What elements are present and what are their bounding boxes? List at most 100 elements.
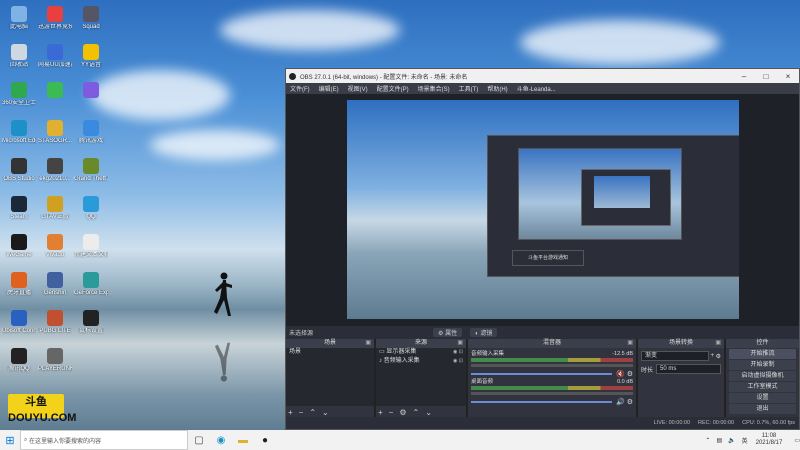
desktop-icon[interactable]: Microsoft Edge (2, 120, 36, 145)
desktop-icon[interactable]: WeGame (2, 234, 36, 259)
transition-select[interactable]: 渐变 (641, 351, 709, 361)
desktop-icon[interactable]: 此电脑 (2, 6, 36, 31)
desktop-icon[interactable]: PLAYERUNKNOWN'S BATTLEG... (38, 348, 72, 373)
volume-slider[interactable] (471, 400, 613, 403)
desktop-icon-label: 网易UU加速器 (38, 62, 72, 68)
desktop-icon[interactable]: Grand Theft Auto V (74, 158, 108, 183)
move-up-icon[interactable]: ⌃ (309, 408, 316, 417)
duration-input[interactable]: 50 ms (656, 364, 721, 374)
desktop-icon[interactable] (38, 82, 72, 100)
menu-view[interactable]: 视图(V) (348, 84, 368, 93)
source-item[interactable]: ▭ 显示器采集 ◉ ⊡ (376, 348, 466, 357)
desktop-icon-label: PUBG LITE (39, 328, 71, 334)
desktop-icon[interactable]: Vivado (38, 234, 72, 259)
desktop-icon[interactable]: Squad (74, 6, 108, 31)
desktop-icon[interactable]: QQ (74, 196, 108, 221)
dock-float-icon[interactable]: ▣ (457, 339, 463, 348)
desktop-icon[interactable]: 腾讯游戏 (74, 120, 108, 145)
filters-button[interactable]: ◐ 滤镜 (470, 327, 498, 337)
desktop-icon[interactable]: Genshin (38, 272, 72, 297)
scene-item[interactable]: 场景 (286, 348, 374, 357)
menu-tools[interactable]: 工具(T) (459, 84, 479, 93)
close-icon[interactable]: × (777, 72, 799, 81)
start-recording-button[interactable]: 开始录制 (729, 360, 796, 370)
desktop-icon[interactable]: 新建文本文档 (74, 234, 108, 259)
desktop-icon[interactable] (74, 82, 108, 100)
visibility-eye-icon[interactable]: ◉ ⊡ (453, 348, 463, 357)
desktop-icon[interactable]: 网易UU加速器 (38, 44, 72, 69)
add-icon[interactable]: + (378, 408, 383, 417)
add-icon[interactable]: + (288, 408, 293, 417)
desktop-icon[interactable]: Steam (2, 196, 36, 221)
desktop-icon-label: 腾讯QQ (8, 366, 30, 372)
remove-icon[interactable]: − (299, 408, 304, 417)
settings-button[interactable]: 设置 (729, 393, 796, 403)
tray-chevron-icon[interactable]: ⌃ (705, 437, 710, 444)
desktop-icon-label: QQ (86, 214, 96, 220)
desktop-icon[interactable]: 虎牙直播 (2, 272, 36, 297)
gear-icon[interactable]: ⚙ (714, 353, 721, 360)
obs-taskbar-icon[interactable]: ● (254, 430, 276, 450)
menu-help[interactable]: 帮助(H) (487, 84, 507, 93)
menu-file[interactable]: 文件(F) (290, 84, 310, 93)
start-streaming-button[interactable]: 开始推流 (729, 349, 796, 359)
source-item[interactable]: ♪ 音频输入采集 ◉ ⊡ (376, 357, 466, 366)
app-icon (11, 6, 27, 22)
virtual-camera-button[interactable]: 启动虚拟摄像机 (729, 371, 796, 381)
mute-icon[interactable]: 🔇 (616, 370, 625, 378)
desktop-icon[interactable]: 360安全卫士 (2, 82, 36, 107)
desktop-icon[interactable]: Ubisoft Connect (2, 310, 36, 335)
menu-scene-collection[interactable]: 场景集合(S) (418, 84, 450, 93)
desktop-icon[interactable]: 迅游世界竞技平台 (38, 6, 72, 31)
gear-icon[interactable]: ⚙ (627, 398, 633, 406)
network-icon[interactable]: ▤ (716, 437, 722, 444)
visibility-eye-icon[interactable]: ◉ ⊡ (453, 357, 463, 366)
desktop-icon[interactable]: GeForce Experience (74, 272, 108, 297)
volume-icon[interactable]: 🔈 (728, 437, 735, 444)
dock-float-icon[interactable]: ▣ (627, 339, 633, 348)
desktop-icon-label: Ubisoft Connect (2, 328, 36, 334)
task-view-icon[interactable]: ▢ (188, 430, 210, 450)
exit-button[interactable]: 退出 (729, 404, 796, 414)
mixer-title: 混音器 (542, 340, 561, 346)
preview-canvas[interactable]: 斗鱼平台游戏通知 (286, 94, 799, 326)
notification-icon[interactable]: ▭ (794, 437, 800, 444)
desktop-icon[interactable]: OBS Studio (2, 158, 36, 183)
desktop-icon[interactable]: STASOGR... (38, 120, 72, 145)
preview-nested-desktop-2 (594, 176, 650, 208)
maximize-icon[interactable]: □ (755, 72, 777, 81)
properties-button[interactable]: ⚙ 属性 (433, 327, 463, 337)
move-down-icon[interactable]: ⌄ (322, 408, 329, 417)
move-down-icon[interactable]: ⌄ (425, 408, 432, 417)
desktop-icon[interactable]: ekg20210... (38, 158, 72, 183)
windows-start-icon[interactable]: ⊞ (0, 434, 20, 447)
ime-language[interactable]: 英 (742, 436, 748, 445)
minimize-icon[interactable]: – (733, 72, 755, 81)
gear-icon[interactable]: ⚙ (399, 408, 406, 417)
desktop-icon[interactable]: 回收站 (2, 44, 36, 69)
speaker-icon[interactable]: 🔊 (616, 398, 625, 406)
desktop-icon[interactable]: 腾讯QQ (2, 348, 36, 373)
dock-float-icon[interactable]: ▣ (365, 339, 371, 348)
menu-edit[interactable]: 编辑(E) (319, 84, 339, 93)
studio-mode-button[interactable]: 工作室模式 (729, 382, 796, 392)
app-icon (11, 310, 27, 326)
move-up-icon[interactable]: ⌃ (413, 408, 420, 417)
clock[interactable]: 11:08 2021/8/17 (756, 433, 783, 447)
remove-icon[interactable]: − (389, 408, 394, 417)
desktop-icon[interactable]: GTAV正版 (38, 196, 72, 221)
taskbar-search[interactable]: ⌕ 在这里输入你要搜索的内容 (20, 430, 188, 450)
gear-icon[interactable]: ⚙ (627, 370, 633, 378)
desktop-icon[interactable]: 鼠标设置 (74, 310, 108, 335)
file-explorer-icon[interactable]: ▬ (232, 430, 254, 450)
obs-window[interactable]: OBS 27.0.1 (64-bit, windows) - 配置文件: 未命名… (285, 68, 800, 430)
menu-douyu[interactable]: 斗鱼-Leanda... (517, 84, 556, 93)
app-icon (11, 348, 27, 364)
menu-profile[interactable]: 配置文件(P) (377, 84, 409, 93)
edge-icon[interactable]: ◉ (210, 430, 232, 450)
desktop-icon[interactable]: PUBG LITE (38, 310, 72, 335)
obs-titlebar[interactable]: OBS 27.0.1 (64-bit, windows) - 配置文件: 未命名… (286, 69, 799, 83)
desktop-icon[interactable]: YY语音 (74, 44, 108, 69)
volume-slider[interactable] (471, 372, 613, 375)
dock-float-icon[interactable]: ▣ (715, 339, 721, 348)
